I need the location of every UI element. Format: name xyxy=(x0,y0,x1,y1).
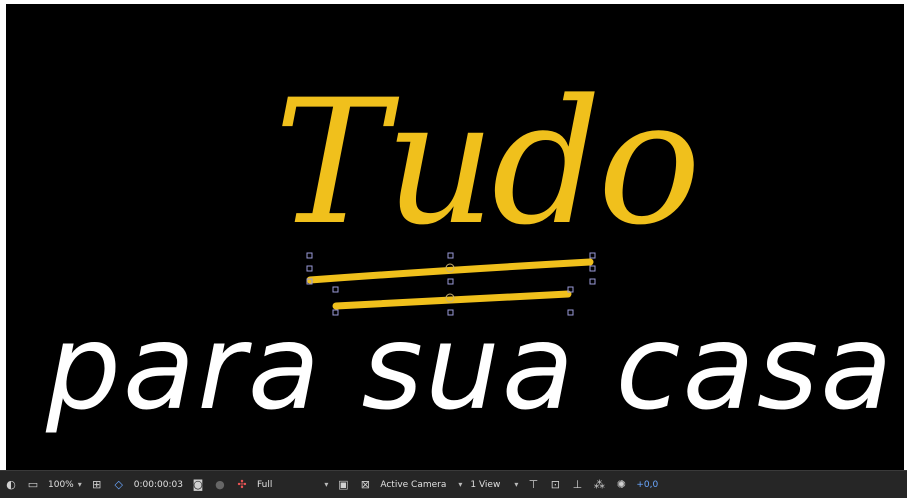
title-para-sua-casa: para sua casa xyxy=(45,298,895,436)
views-icon: ⊤ xyxy=(528,478,539,491)
exposure-icon: ✺ xyxy=(616,478,626,491)
exposure-value: +0,0 xyxy=(636,479,659,490)
zoom-select[interactable]: 100% ▾ xyxy=(44,480,86,490)
resolution-value: Full xyxy=(256,479,273,490)
chevron-down-icon: ▾ xyxy=(77,480,82,489)
panel-bottom-border xyxy=(0,498,907,502)
composition-canvas[interactable]: Tudo para sua casa xyxy=(6,4,904,470)
layout-button[interactable]: ⊤ xyxy=(522,475,544,495)
underline-stroke-1 xyxy=(306,258,594,284)
reset-icon: ⊡ xyxy=(550,478,560,491)
chevron-down-icon: ▾ xyxy=(514,480,519,489)
resolution-select[interactable]: Full ▾ xyxy=(253,480,332,490)
transparency-button[interactable]: ⊠ xyxy=(354,475,376,495)
timecode-value: 0:00:00:03 xyxy=(133,479,183,490)
views-select[interactable]: 1 View ▾ xyxy=(466,480,522,490)
zoom-value: 100% xyxy=(48,479,74,490)
exposure-field[interactable]: +0,0 xyxy=(632,475,662,495)
views-value: 1 View xyxy=(470,479,501,490)
camera-select[interactable]: Active Camera ▾ xyxy=(376,480,466,490)
reset-button[interactable]: ⊡ xyxy=(544,475,566,495)
show-snapshot-icon: ● xyxy=(215,478,225,491)
color-icon: ✣ xyxy=(237,478,247,491)
region-icon: ▣ xyxy=(338,478,349,491)
flowchart-icon: ⁂ xyxy=(593,478,605,491)
composition-artwork: Tudo para sua casa xyxy=(45,62,895,436)
region-button[interactable]: ▣ xyxy=(332,475,354,495)
monitor-button[interactable]: ▭ xyxy=(22,475,44,495)
show-snapshot-button[interactable]: ● xyxy=(209,475,231,495)
grid-button[interactable]: ⊞ xyxy=(86,475,108,495)
title-tudo: Tudo xyxy=(274,62,697,263)
camera-value: Active Camera xyxy=(380,479,447,490)
flowchart-button[interactable]: ⁂ xyxy=(588,475,610,495)
mask-icon: ◇ xyxy=(114,478,123,491)
color-channel-button[interactable]: ✣ xyxy=(231,475,253,495)
snapshot-button[interactable]: ◙ xyxy=(187,475,209,495)
chevron-down-icon: ▾ xyxy=(324,480,329,489)
mask-button[interactable]: ◇ xyxy=(108,475,130,495)
monitor-icon: ▭ xyxy=(27,478,39,491)
viewer-toolbar: ◐ ▭ 100% ▾ ⊞ ◇ 0:00:00:03 ◙ ● ✣ Full ▾ ▣… xyxy=(0,470,907,498)
exposure-button[interactable]: ✺ xyxy=(610,475,632,495)
3d-icon: ⊥ xyxy=(572,478,583,491)
viewer-panel: Tudo para sua casa ◐ ▭ 100% ▾ ⊞ ◇ 0:00:0… xyxy=(0,0,907,502)
timecode-field[interactable]: 0:00:00:03 xyxy=(130,475,187,495)
transparency-icon: ⊠ xyxy=(360,478,370,491)
chevron-down-icon: ▾ xyxy=(458,480,463,489)
snapshot-icon: ◙ xyxy=(192,478,204,491)
3d-button[interactable]: ⊥ xyxy=(566,475,588,495)
grid-icon: ⊞ xyxy=(92,478,102,491)
toggle-alpha-button[interactable]: ◐ xyxy=(0,475,22,495)
toggle-alpha-icon: ◐ xyxy=(6,478,16,491)
